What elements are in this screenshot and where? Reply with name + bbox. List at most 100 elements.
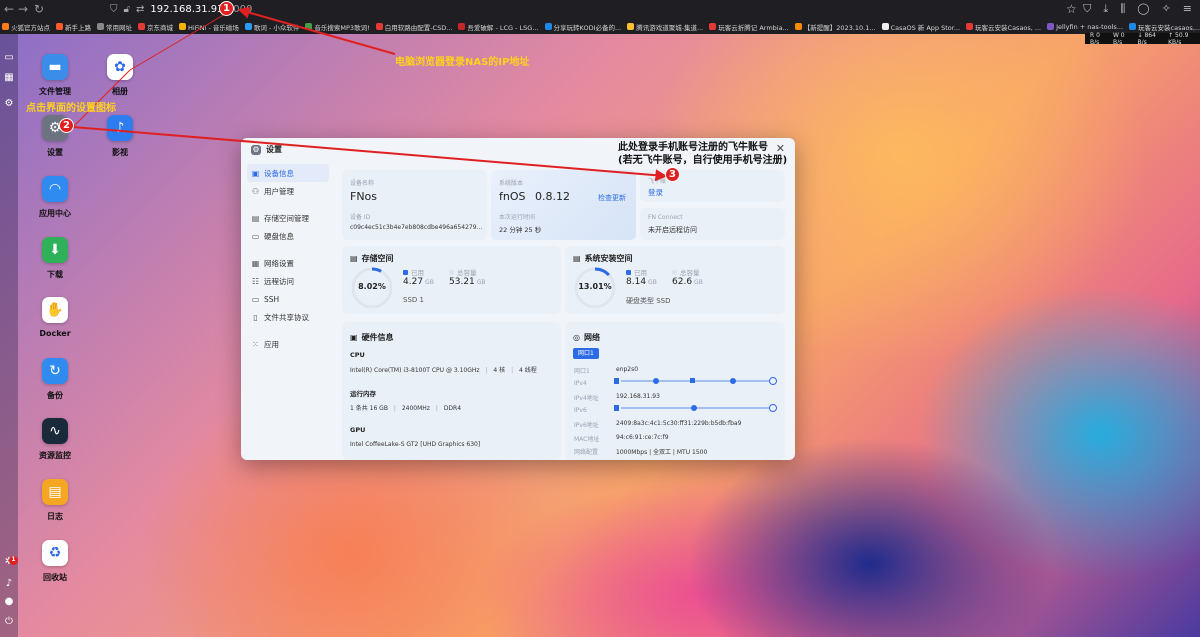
cpu-model: Intel(R) Core(TM) i3-8100T CPU @ 3.10GHz	[350, 367, 480, 374]
cpu-threads: 4 线程	[519, 367, 537, 374]
bookmark-item[interactable]: 腾讯游戏道聚城-集道...	[627, 22, 703, 32]
memory-label: 运行内存	[350, 390, 376, 398]
desktop-app-docker[interactable]: ✋ Docker	[30, 297, 80, 338]
network-speed-monitor: R 0 B/s W 0 B/s ↓ 864 B/s ↑ 50.9 KB/s	[1085, 31, 1200, 46]
bookmark-label: 【新提醒】2023.10.1...	[803, 23, 876, 32]
bookmark-item[interactable]: 分享玩转KODI必备的...	[544, 22, 621, 32]
url-host: 192.168.31.93	[150, 4, 224, 15]
shield-toolbar-icon[interactable]: ⛉	[1083, 2, 1091, 16]
bookmark-item[interactable]: 火狐官方站点	[2, 22, 50, 32]
desktop-toggle-icon[interactable]: ▭	[3, 52, 15, 64]
menu-item-info[interactable]: ▣ 设备信息	[247, 164, 329, 182]
desktop-app-photos[interactable]: ✿ 相册	[95, 54, 145, 97]
forward-icon[interactable]: →	[18, 2, 28, 16]
bookmark-item[interactable]: 吾爱破解 - LCG - LSG...	[458, 22, 539, 32]
downloads-icon[interactable]: ⤓	[1103, 2, 1108, 16]
menu-item-remote[interactable]: ☷ 远程访问	[247, 272, 329, 290]
bookmark-label: 吾爱破解 - LCG - LSG...	[467, 23, 539, 32]
system-storage-total-label: 总容量	[680, 269, 700, 277]
desktop-app-trash[interactable]: ♻ 回收站	[30, 540, 80, 583]
account-icon[interactable]: ◯	[1137, 2, 1149, 16]
window-title: ⚙ 设置	[251, 144, 282, 155]
fn-connect-label: FN Connect	[648, 214, 683, 221]
bookmark-item[interactable]: 京东商城	[138, 22, 173, 32]
menu-item-label: 网络设置	[264, 258, 294, 268]
bookmark-item[interactable]: 玩客云安装casaos,...	[1129, 22, 1200, 32]
bookmark-item[interactable]: 玩客云折腾记 Armbia...	[709, 22, 789, 32]
bookmark-item[interactable]: 歌词 - 小众软件	[244, 22, 299, 32]
bookmark-favicon-icon	[1047, 23, 1055, 30]
app-grid-icon[interactable]: ▦	[3, 72, 15, 84]
device-name-label: 设备名称	[350, 180, 375, 187]
storage-used: 4.27	[403, 277, 424, 287]
rail-notification-badge: 1	[9, 556, 18, 565]
bookmark-label: HiFiNi - 音乐磁场	[188, 23, 239, 32]
fn-connect-value: 未开启远程访问	[648, 226, 697, 234]
storage-total-label: 总容量	[457, 269, 477, 277]
storage-card[interactable]: ▤ 存储空间 8.02% 已用 4.27 GB 总容量 53.21 GB SSD 1	[342, 246, 561, 314]
menu-item-storage[interactable]: ▤ 存储空间管理	[247, 209, 329, 227]
bookmark-label: Jellyfin + nas-tools...	[1056, 22, 1124, 31]
trash-icon: ♻	[42, 540, 68, 566]
bookmark-favicon-icon	[375, 23, 383, 30]
system-storage-used-label: 已用	[634, 269, 647, 277]
menu-item-network[interactable]: ▦ 网络设置	[247, 254, 329, 272]
back-icon[interactable]: ←	[4, 2, 14, 16]
bookmark-item[interactable]: 【新提醒】2023.10.1...	[794, 22, 876, 32]
desktop-app-backup[interactable]: ↻ 备份	[30, 358, 80, 401]
disk-type-label: 硬盘类型	[626, 297, 654, 305]
menu-item-disk[interactable]: ▭ 硬盘信息	[247, 227, 329, 245]
bookmark-star-icon[interactable]: ☆	[1066, 2, 1077, 16]
extensions-icon[interactable]: ✧	[1162, 2, 1171, 16]
desktop-app-monitor[interactable]: ∿ 资源监控	[30, 418, 80, 461]
net-speed-value: ↑ 50.9 KB/s	[1168, 31, 1189, 46]
desktop-app-label: 下载	[47, 270, 63, 279]
store-icon: ◠	[42, 176, 68, 202]
step2-annotation: 点击界面的设置图标	[26, 103, 116, 114]
bookmark-favicon-icon	[966, 23, 974, 30]
bookmark-item[interactable]: Jellyfin + nas-tools...	[1047, 23, 1123, 31]
desktop-app-store[interactable]: ◠ 应用中心	[30, 176, 80, 219]
power-icon[interactable]: ⏻	[3, 616, 15, 628]
storage-icon: ▤	[251, 213, 260, 223]
bookmark-label: 新手上路	[65, 23, 91, 32]
storage-title: 存储空间	[361, 254, 394, 263]
gpu-label: GPU	[350, 426, 366, 434]
bookmark-label: 玩客云安装casaos,...	[1138, 23, 1200, 32]
step1-annotation: 电脑浏览器登录NAS的IP地址	[395, 57, 530, 68]
bookmark-label: 音乐搜索MP3歌词!	[314, 23, 370, 32]
storage-used-unit: GB	[425, 279, 434, 286]
bookmark-item[interactable]: 新手上路	[56, 22, 91, 32]
system-storage-card[interactable]: ▤ 系统安装空间 13.01% 已用 8.14 GB 总容量 62.6 GB 硬盘类型…	[565, 246, 785, 314]
bookmark-favicon-icon	[544, 23, 552, 30]
desktop-app-label: 应用中心	[39, 209, 71, 218]
notification-bell-icon[interactable]: ♪	[3, 578, 15, 590]
bookmark-item[interactable]: 玩客云安装Casaos, ...	[966, 22, 1041, 32]
bookmark-item[interactable]: 白用软路由配置-CSD...	[375, 22, 452, 32]
menu-item-ssh[interactable]: ▭ SSH	[247, 290, 329, 308]
account-login-link[interactable]: 登录	[648, 187, 663, 198]
system-storage-total-unit: GB	[694, 279, 703, 286]
bookmark-item[interactable]: 音乐搜索MP3歌词!	[305, 22, 370, 32]
menu-item-label: 文件共享协议	[264, 312, 309, 322]
menu-icon[interactable]: ≡	[1183, 2, 1192, 16]
settings-side-menu: ▣ 设备信息 ⚇ 用户管理 ▤ 存储空间管理 ▭ 硬盘信息 ▦ 网络设置 ☷ 远程访问 ▭ SSH ▯ 文件共…	[247, 164, 329, 362]
desktop-app-folder[interactable]: ▬ 文件管理	[30, 54, 80, 97]
library-icon[interactable]: ⫼	[1120, 2, 1125, 16]
desktop-app-download[interactable]: ⬇ 下载	[30, 237, 80, 280]
browser-toolbar: ← → ↻ ⛉ 🔓︎ ⇄ 192.168.31.93:8000 ☆ ⛉ ⤓ ⫼ …	[0, 0, 1200, 19]
bookmark-item[interactable]: HiFiNi - 音乐磁场	[179, 22, 239, 32]
desktop-app-log[interactable]: ▤ 日志	[30, 479, 80, 522]
menu-item-share[interactable]: ▯ 文件共享协议	[247, 308, 329, 326]
bookmark-item[interactable]: 常用网址	[97, 22, 132, 32]
reload-icon[interactable]: ↻	[34, 2, 44, 16]
ssh-icon: ▭	[251, 294, 260, 304]
user-icon[interactable]: ●	[3, 596, 15, 608]
desktop-app-film[interactable]: ♪ 影视	[95, 115, 145, 158]
connection-icon: ⇄	[135, 4, 145, 15]
check-update-link[interactable]: 检查更新	[598, 193, 626, 203]
menu-item-user[interactable]: ⚇ 用户管理	[247, 182, 329, 200]
rail-settings-icon[interactable]: ⚙	[3, 98, 15, 110]
menu-item-apps[interactable]: ⁙ 应用	[247, 335, 329, 353]
bookmark-item[interactable]: CasaOS 新 App Stor...	[881, 22, 960, 32]
